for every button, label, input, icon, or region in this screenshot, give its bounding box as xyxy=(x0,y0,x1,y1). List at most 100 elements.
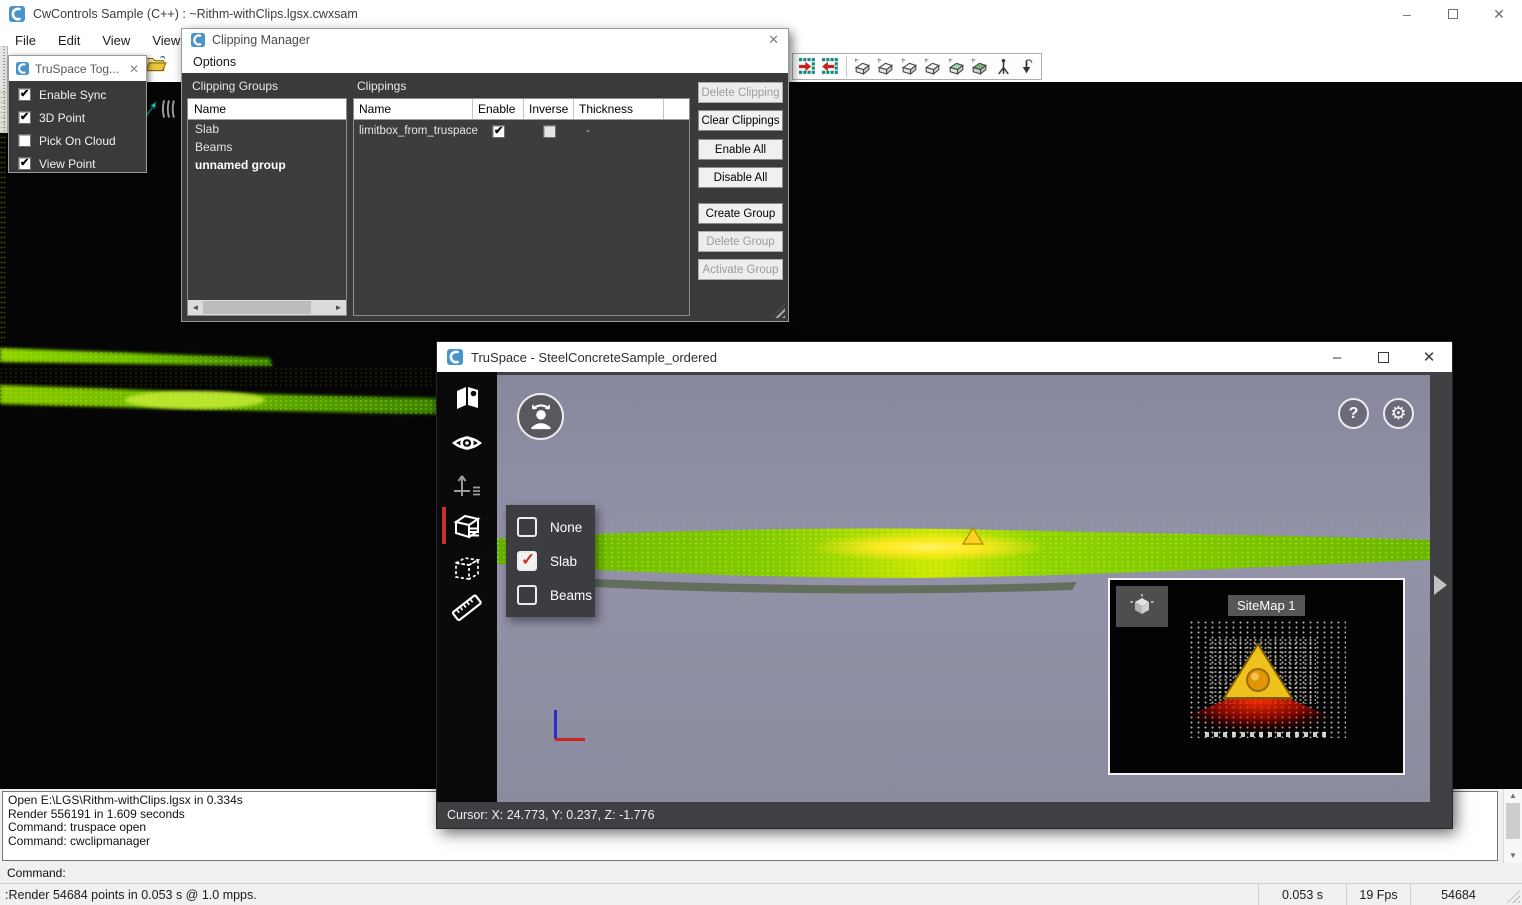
col-name[interactable]: Name xyxy=(354,99,473,119)
checkbox[interactable] xyxy=(18,111,31,124)
group-row-unnamed[interactable]: unnamed group xyxy=(188,156,346,174)
col-thickness[interactable]: Thickness xyxy=(574,99,664,119)
maximize-button[interactable] xyxy=(1360,342,1406,372)
limitbox-icon[interactable] xyxy=(451,552,483,584)
tog-option-3d-point[interactable]: 3D Point xyxy=(18,108,146,127)
status-render-time: 0.053 s xyxy=(1258,884,1346,905)
menu-view[interactable]: View xyxy=(91,28,141,52)
enable-all-button[interactable]: Enable All xyxy=(698,139,783,160)
checkbox[interactable] xyxy=(18,157,31,170)
scroll-up-icon[interactable]: ▲ xyxy=(1504,790,1522,802)
delete-group-button[interactable]: Delete Group xyxy=(698,231,783,252)
sitemap-icon[interactable] xyxy=(451,382,483,414)
clipping-tool-icon[interactable] xyxy=(451,510,483,542)
menu-file[interactable]: File xyxy=(4,28,47,52)
close-button[interactable]: ✕ xyxy=(1476,0,1522,28)
checkbox[interactable] xyxy=(517,585,537,605)
col-inverse[interactable]: Inverse xyxy=(524,99,574,119)
tog-option-label: 3D Point xyxy=(39,111,85,125)
close-icon[interactable]: ✕ xyxy=(768,32,779,48)
dialog-titlebar: Clipping Manager ✕ xyxy=(182,29,788,51)
eye-icon[interactable] xyxy=(451,427,483,459)
open-folder-icon[interactable] xyxy=(145,55,167,78)
elevation-axis-icon[interactable] xyxy=(451,470,483,502)
popup-option-slab[interactable]: Slab xyxy=(506,544,595,578)
grid-arrow-out-icon[interactable] xyxy=(820,55,843,78)
status-message: :Render 54684 points in 0.053 s @ 1.0 mp… xyxy=(0,884,1258,905)
resize-grip[interactable] xyxy=(771,304,785,318)
maximize-button[interactable] xyxy=(1430,0,1476,28)
clipbox-icon-5[interactable] xyxy=(945,55,968,78)
clear-clippings-button[interactable]: Clear Clippings xyxy=(698,110,783,131)
scroll-right-icon[interactable]: ► xyxy=(331,303,346,312)
checkbox[interactable] xyxy=(517,551,537,571)
tog-option-view-point[interactable]: View Point xyxy=(18,154,146,173)
clipping-name: limitbox_from_truspace xyxy=(354,125,473,137)
axes-indicator xyxy=(552,708,588,746)
menu-edit[interactable]: Edit xyxy=(47,28,91,52)
clipbox-icon-3[interactable] xyxy=(898,55,921,78)
menu-options[interactable]: Options xyxy=(193,55,236,69)
groups-header-name[interactable]: Name xyxy=(188,99,346,120)
popup-option-none[interactable]: None xyxy=(506,510,595,544)
create-group-button[interactable]: Create Group xyxy=(698,203,783,224)
close-icon[interactable]: ✕ xyxy=(129,62,139,76)
scrollbar-thumb[interactable] xyxy=(1506,803,1520,839)
scan-lines-icon[interactable] xyxy=(160,98,178,125)
groups-horizontal-scrollbar[interactable]: ◄ ► xyxy=(188,300,346,315)
grid-arrow-in-icon[interactable] xyxy=(796,55,819,78)
checkbox[interactable] xyxy=(18,134,31,147)
maximize-icon xyxy=(1378,352,1389,363)
popup-option-label: None xyxy=(550,520,582,535)
resize-grip[interactable] xyxy=(1506,888,1520,903)
scan-position-marker[interactable] xyxy=(1219,640,1297,709)
main-window-title: CwControls Sample (C++) : ~Rithm-withCli… xyxy=(33,7,358,21)
clipbox-icon-4[interactable] xyxy=(921,55,944,78)
inverse-checkbox[interactable] xyxy=(543,125,556,138)
scan-position-marker[interactable] xyxy=(961,526,985,551)
tog-option-pick-on-cloud[interactable]: Pick On Cloud xyxy=(18,131,146,150)
drop-point-icon[interactable] xyxy=(1015,55,1038,78)
checkbox[interactable] xyxy=(517,517,537,537)
command-input-row[interactable]: Command: xyxy=(0,863,1522,883)
tog-option-enable-sync[interactable]: Enable Sync xyxy=(18,85,146,104)
enable-checkbox[interactable] xyxy=(492,125,505,138)
minimize-button[interactable]: – xyxy=(1384,0,1430,28)
popup-option-beams[interactable]: Beams xyxy=(506,578,595,612)
tog-option-label: Enable Sync xyxy=(39,88,106,102)
clipbox-icon-6[interactable] xyxy=(968,55,991,78)
measure-ruler-icon[interactable] xyxy=(451,592,483,624)
dialog-title: Clipping Manager xyxy=(212,33,310,47)
log-scrollbar[interactable]: ▲ ▼ xyxy=(1503,789,1522,863)
group-row-beams[interactable]: Beams xyxy=(188,138,346,156)
delete-clipping-button[interactable]: Delete Clipping xyxy=(698,82,783,103)
clipbox-icon-1[interactable] xyxy=(851,55,874,78)
clipping-row[interactable]: limitbox_from_truspace - xyxy=(354,120,689,142)
dialog-body: Clipping Groups Clippings Name Slab Beam… xyxy=(182,73,788,321)
viewport-3d[interactable]: ? ⚙ None Slab Beams xyxy=(497,375,1430,802)
col-enable[interactable]: Enable xyxy=(473,99,524,119)
clipping-groups-list: Name Slab Beams unnamed group ◄ ► xyxy=(187,98,347,316)
expand-panel-arrow-icon[interactable] xyxy=(1434,575,1447,595)
activate-group-button[interactable]: Activate Group xyxy=(698,259,783,280)
clipbox-icon-2[interactable] xyxy=(874,55,897,78)
panorama-view-button[interactable] xyxy=(517,393,564,440)
group-row-slab[interactable]: Slab xyxy=(188,120,346,138)
settings-button[interactable]: ⚙ xyxy=(1383,398,1414,429)
help-button[interactable]: ? xyxy=(1338,398,1369,429)
minimize-button[interactable]: – xyxy=(1314,342,1360,372)
checkbox[interactable] xyxy=(18,88,31,101)
scroll-down-icon[interactable]: ▼ xyxy=(1504,850,1522,862)
pointcloud-edge-sliver xyxy=(0,90,6,342)
status-fps: 19 Fps xyxy=(1346,884,1410,905)
scrollbar-thumb[interactable] xyxy=(203,301,311,314)
cube-view-button[interactable] xyxy=(1116,586,1168,627)
log-line: Command: cwclipmanager xyxy=(8,835,1492,849)
scroll-left-icon[interactable]: ◄ xyxy=(188,303,203,312)
tripod-icon[interactable] xyxy=(992,55,1015,78)
clipping-groups-label: Clipping Groups xyxy=(192,79,278,93)
sitemap-inset[interactable]: SiteMap 1 xyxy=(1108,578,1405,775)
disable-all-button[interactable]: Disable All xyxy=(698,167,783,188)
close-button[interactable]: ✕ xyxy=(1406,342,1452,372)
truspace-window: TruSpace - SteelConcreteSample_ordered –… xyxy=(437,342,1452,828)
